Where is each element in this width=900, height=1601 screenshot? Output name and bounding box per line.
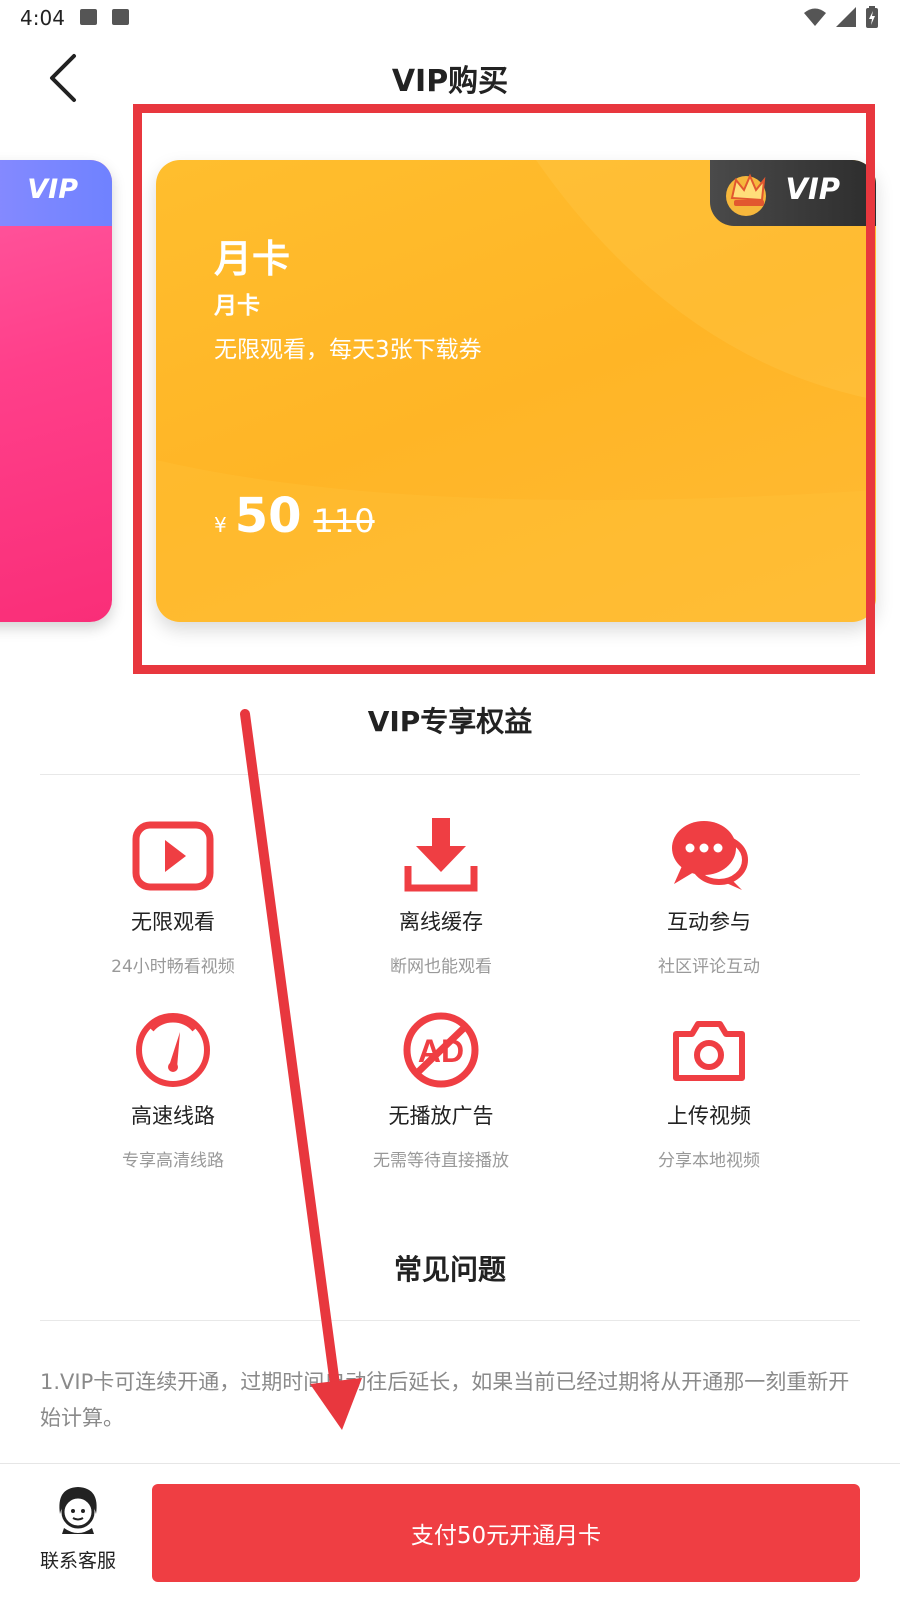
benefit-title: 离线缓存 [399, 910, 483, 934]
customer-service-label: 联系客服 [39, 1550, 116, 1572]
benefit-item: 互动参与 社区评论互动 [579, 816, 839, 977]
app-notification-icon [112, 9, 129, 25]
vip-card-previous[interactable]: VIP [0, 160, 112, 622]
benefit-desc: 分享本地视频 [658, 1151, 760, 1171]
benefits-title: VIP专享权益 [367, 705, 533, 738]
benefit-item: 上传视频 分享本地视频 [579, 1010, 839, 1171]
benefit-item: 离线缓存 断网也能观看 [311, 816, 571, 977]
benefit-title: 高速线路 [131, 1104, 215, 1128]
customer-service-icon [59, 1487, 97, 1534]
benefit-desc: 社区评论互动 [658, 957, 760, 977]
faq-title: 常见问题 [393, 1253, 506, 1286]
benefit-desc: 断网也能观看 [390, 957, 492, 977]
status-bar: 4:04 [0, 0, 900, 36]
wifi-icon [804, 8, 826, 26]
benefit-item: 高速线路 专享高清线路 [43, 1010, 303, 1171]
benefit-item: 无限观看 24小时畅看视频 [43, 816, 303, 977]
highlight-annotation [133, 104, 875, 674]
signal-icon [836, 7, 856, 27]
page-title: VIP购买 [391, 64, 509, 99]
speedometer-icon [128, 1010, 218, 1090]
benefit-title: 无播放广告 [388, 1104, 494, 1128]
download-icon [396, 816, 486, 896]
camera-icon [664, 1010, 754, 1090]
benefit-title: 上传视频 [667, 1104, 751, 1128]
divider [40, 774, 860, 775]
vip-badge-text: VIP [27, 174, 78, 205]
chat-icon [664, 816, 754, 896]
bottom-bar: 联系客服 支付50元开通月卡 [0, 1463, 900, 1601]
divider [40, 1320, 860, 1321]
benefit-desc: 无需等待直接播放 [373, 1151, 509, 1171]
benefit-item: AD 无播放广告 无需等待直接播放 [311, 1010, 571, 1171]
play-icon [128, 816, 218, 896]
benefit-title: 无限观看 [131, 910, 215, 934]
status-time: 4:04 [20, 6, 65, 30]
benefit-desc: 24小时畅看视频 [111, 957, 235, 977]
gallery-notification-icon [80, 9, 97, 25]
battery-icon [866, 6, 878, 28]
customer-service-button[interactable]: 联系客服 [28, 1484, 128, 1584]
no-ad-icon: AD [396, 1010, 486, 1090]
faq-item: 1.VIP卡可连续开通，过期时间自动往后延长，如果当前已经过期将从开通那一刻重新… [40, 1370, 850, 1430]
pay-button[interactable]: 支付50元开通月卡 [152, 1484, 860, 1582]
status-icons [804, 6, 878, 28]
benefit-desc: 专享高清线路 [122, 1151, 224, 1171]
benefit-title: 互动参与 [667, 910, 751, 934]
